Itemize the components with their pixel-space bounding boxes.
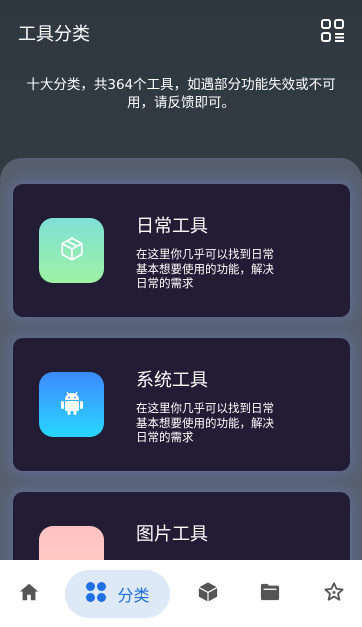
category-icon-tile [39,218,104,283]
star-icon [323,581,345,607]
category-description: 在这里你几乎可以找到日常基本想要使用的功能，解决日常的需求 [136,247,274,290]
nav-home[interactable] [12,570,46,618]
category-list[interactable]: 日常工具 在这里你几乎可以找到日常基本想要使用的功能，解决日常的需求 系统工具 … [0,158,362,560]
category-title: 系统工具 [136,370,208,391]
category-card-image[interactable]: 图片工具 [13,492,350,560]
folder-icon [259,582,281,606]
image-icon [39,526,104,560]
category-icon-tile [39,372,104,437]
nav-category-label: 分类 [117,586,150,605]
category-summary: 十大分类，共364个工具，如遇部分功能失效或不可用，请反馈即可。 [26,77,336,111]
nav-box[interactable] [192,570,224,618]
page-title: 工具分类 [18,24,90,45]
category-icon [85,581,107,607]
top-bar: 工具分类 [0,0,362,64]
home-icon [18,581,40,607]
cube-icon [59,236,85,266]
nav-category[interactable]: 分类 [65,570,170,618]
box-icon [197,581,219,607]
category-card-daily[interactable]: 日常工具 在这里你几乎可以找到日常基本想要使用的功能，解决日常的需求 [13,184,350,317]
category-description: 在这里你几乎可以找到日常基本想要使用的功能，解决日常的需求 [136,401,274,444]
category-title: 日常工具 [136,216,208,237]
category-card-system[interactable]: 系统工具 在这里你几乎可以找到日常基本想要使用的功能，解决日常的需求 [13,338,350,471]
category-title: 图片工具 [136,524,208,545]
android-icon [59,389,85,421]
grid-icon[interactable] [320,18,346,44]
nav-folder[interactable] [254,570,286,618]
nav-star[interactable] [318,570,350,618]
bottom-navigation: 分类 [0,560,362,627]
